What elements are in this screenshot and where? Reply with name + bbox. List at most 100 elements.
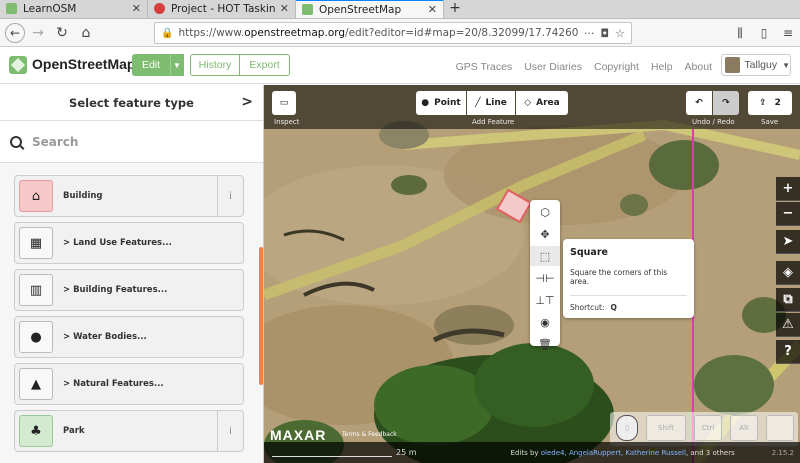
redo-icon: ↷ bbox=[722, 98, 730, 108]
terms-feedback-link[interactable]: Terms & Feedback bbox=[342, 431, 397, 438]
sidebar-title: Select feature type bbox=[69, 95, 194, 110]
background-layers-icon[interactable]: ◈ bbox=[776, 261, 800, 285]
list-item-land-use[interactable]: ▦ > Land Use Features... bbox=[14, 222, 244, 264]
edits-suffix: , and 3 others bbox=[685, 448, 735, 457]
user-menu[interactable]: Tallguy ▼ bbox=[721, 54, 791, 76]
browser-tab-learnosm[interactable]: LearnOSM ✕ bbox=[0, 0, 148, 18]
home-button[interactable]: ⌂ bbox=[75, 22, 97, 44]
line-icon: ╱ bbox=[475, 98, 481, 108]
map-data-icon[interactable]: ⧉ bbox=[776, 288, 800, 312]
user-name: Tallguy bbox=[744, 59, 778, 71]
mouse-icon: ▯ bbox=[616, 415, 638, 441]
inspect-label: Inspect bbox=[274, 118, 300, 126]
edit-dropdown-caret-icon[interactable]: ▼ bbox=[170, 54, 184, 76]
sidebar-header: Select feature type > bbox=[0, 85, 263, 121]
move-icon[interactable]: ✥ bbox=[530, 224, 560, 244]
close-tab-icon[interactable]: ✕ bbox=[280, 2, 289, 15]
about-link[interactable]: About bbox=[685, 61, 712, 73]
edits-prefix: Edits by bbox=[510, 448, 541, 457]
osm-favicon-icon bbox=[302, 4, 313, 15]
help-icon[interactable]: ? bbox=[776, 340, 800, 364]
back-button[interactable]: ← bbox=[5, 22, 25, 43]
close-tab-icon[interactable]: ✕ bbox=[428, 3, 437, 16]
menu-icon[interactable]: ≡ bbox=[776, 26, 800, 40]
edit-button[interactable]: Edit bbox=[132, 54, 170, 76]
list-item-label: > Land Use Features... bbox=[63, 238, 172, 248]
lock-icon: 🔒 bbox=[161, 27, 174, 39]
geolocate-icon[interactable]: ➤ bbox=[776, 230, 800, 254]
copyright-link[interactable]: Copyright bbox=[594, 61, 639, 73]
shortcut-key: Q bbox=[610, 303, 617, 312]
inspect-icon: ▭ bbox=[279, 98, 289, 108]
landuse-icon: ▦ bbox=[19, 227, 53, 259]
add-point-button[interactable]: ● Point bbox=[416, 91, 466, 115]
continue-icon[interactable]: ⬡ bbox=[530, 202, 560, 222]
feature-sidebar: Select feature type > Search ⌂ Building … bbox=[0, 85, 264, 463]
circularize-icon[interactable]: ◉ bbox=[530, 312, 560, 332]
osm-brand[interactable]: OpenStreetMap bbox=[32, 56, 135, 72]
sidebar-toggle-icon[interactable]: ▯ bbox=[752, 26, 776, 40]
history-button[interactable]: History bbox=[190, 54, 240, 76]
natural-icon: ▲ bbox=[19, 368, 53, 400]
list-item-building-features[interactable]: ▥ > Building Features... bbox=[14, 269, 244, 311]
info-icon[interactable]: i bbox=[217, 176, 243, 216]
save-label: Save bbox=[761, 118, 779, 126]
feature-search[interactable]: Search bbox=[0, 121, 263, 163]
list-item-label: Park bbox=[63, 426, 85, 436]
gps-traces-link[interactable]: GPS Traces bbox=[456, 61, 513, 73]
reload-button[interactable]: ↻ bbox=[51, 22, 73, 44]
library-icon[interactable]: ⫼ bbox=[728, 26, 752, 41]
forward-button[interactable]: → bbox=[27, 22, 49, 44]
url-bar[interactable]: 🔒 https://www.openstreetmap.org/edit?edi… bbox=[154, 22, 632, 44]
browser-tab-hot-tasking[interactable]: Project - HOT Tasking Ma ✕ bbox=[148, 0, 296, 18]
list-item-park[interactable]: ♣ Park i bbox=[14, 410, 244, 452]
scale-bar bbox=[272, 449, 392, 457]
info-icon[interactable]: i bbox=[217, 411, 243, 451]
add-area-button[interactable]: ◇ Area bbox=[516, 91, 568, 115]
add-line-button[interactable]: ╱ Line bbox=[467, 91, 515, 115]
issues-icon[interactable]: ⚠ bbox=[776, 313, 800, 337]
tooltip-description: Square the corners of this area. bbox=[570, 268, 687, 296]
close-tab-icon[interactable]: ✕ bbox=[132, 2, 141, 15]
area-icon: ◇ bbox=[524, 98, 532, 108]
user-diaries-link[interactable]: User Diaries bbox=[524, 61, 582, 73]
browser-tab-openstreetmap[interactable]: OpenStreetMap ✕ bbox=[296, 0, 444, 18]
list-item-label: > Water Bodies... bbox=[63, 332, 147, 342]
tooltip-shortcut: Shortcut: Q bbox=[570, 303, 687, 312]
osm-logo-icon[interactable] bbox=[9, 56, 27, 74]
save-button[interactable]: ⇪ 2 bbox=[748, 91, 792, 115]
feature-type-list: ⌂ Building i ▦ > Land Use Features... ▥ … bbox=[14, 175, 244, 457]
park-icon: ♣ bbox=[19, 415, 53, 447]
page-actions-icon[interactable]: ··· bbox=[584, 27, 595, 40]
edit-menu: ⬡ ✥ ⬚ ⊣⊢ ⊥⊤ ◉ 🗑 bbox=[530, 200, 560, 351]
search-input[interactable]: Search bbox=[32, 135, 78, 149]
sidebar-scrollbar[interactable] bbox=[259, 247, 263, 385]
list-item-water-bodies[interactable]: ● > Water Bodies... bbox=[14, 316, 244, 358]
undo-redo-label: Undo / Redo bbox=[692, 118, 735, 126]
reflect-short-icon[interactable]: ⊥⊤ bbox=[530, 290, 560, 310]
pocket-icon[interactable]: ◘ bbox=[600, 27, 609, 40]
new-tab-button[interactable]: + bbox=[444, 0, 466, 18]
export-button[interactable]: Export bbox=[240, 54, 290, 76]
zoom-in-button[interactable]: + bbox=[776, 177, 800, 201]
building-features-icon: ▥ bbox=[19, 274, 53, 306]
undo-button[interactable]: ↶ bbox=[686, 91, 712, 115]
add-feature-label: Add Feature bbox=[472, 118, 515, 126]
editor-links[interactable]: olede4, AngelaRuppert, Katherine Russell bbox=[541, 449, 686, 457]
osm-header: OpenStreetMap Edit ▼ History Export GPS … bbox=[0, 48, 800, 84]
map-canvas[interactable]: ▭ Inspect ● Point ╱ Line ◇ Area Add Feature… bbox=[264, 85, 800, 463]
delete-icon[interactable]: 🗑 bbox=[530, 334, 560, 354]
chevron-right-icon[interactable]: > bbox=[241, 94, 253, 110]
reflect-long-icon[interactable]: ⊣⊢ bbox=[530, 268, 560, 288]
redo-button[interactable]: ↷ bbox=[713, 91, 739, 115]
list-item-natural-features[interactable]: ▲ > Natural Features... bbox=[14, 363, 244, 405]
inspect-toggle-button[interactable]: ▭ bbox=[272, 91, 296, 115]
version-label: 2.15.2 bbox=[771, 448, 794, 457]
upload-icon: ⇪ bbox=[759, 98, 767, 108]
zoom-out-button[interactable]: − bbox=[776, 202, 800, 226]
tab-title: OpenStreetMap bbox=[319, 3, 402, 16]
square-icon[interactable]: ⬚ bbox=[530, 246, 560, 266]
bookmark-star-icon[interactable]: ☆ bbox=[615, 27, 625, 40]
list-item-building[interactable]: ⌂ Building i bbox=[14, 175, 244, 217]
help-link[interactable]: Help bbox=[651, 61, 673, 73]
